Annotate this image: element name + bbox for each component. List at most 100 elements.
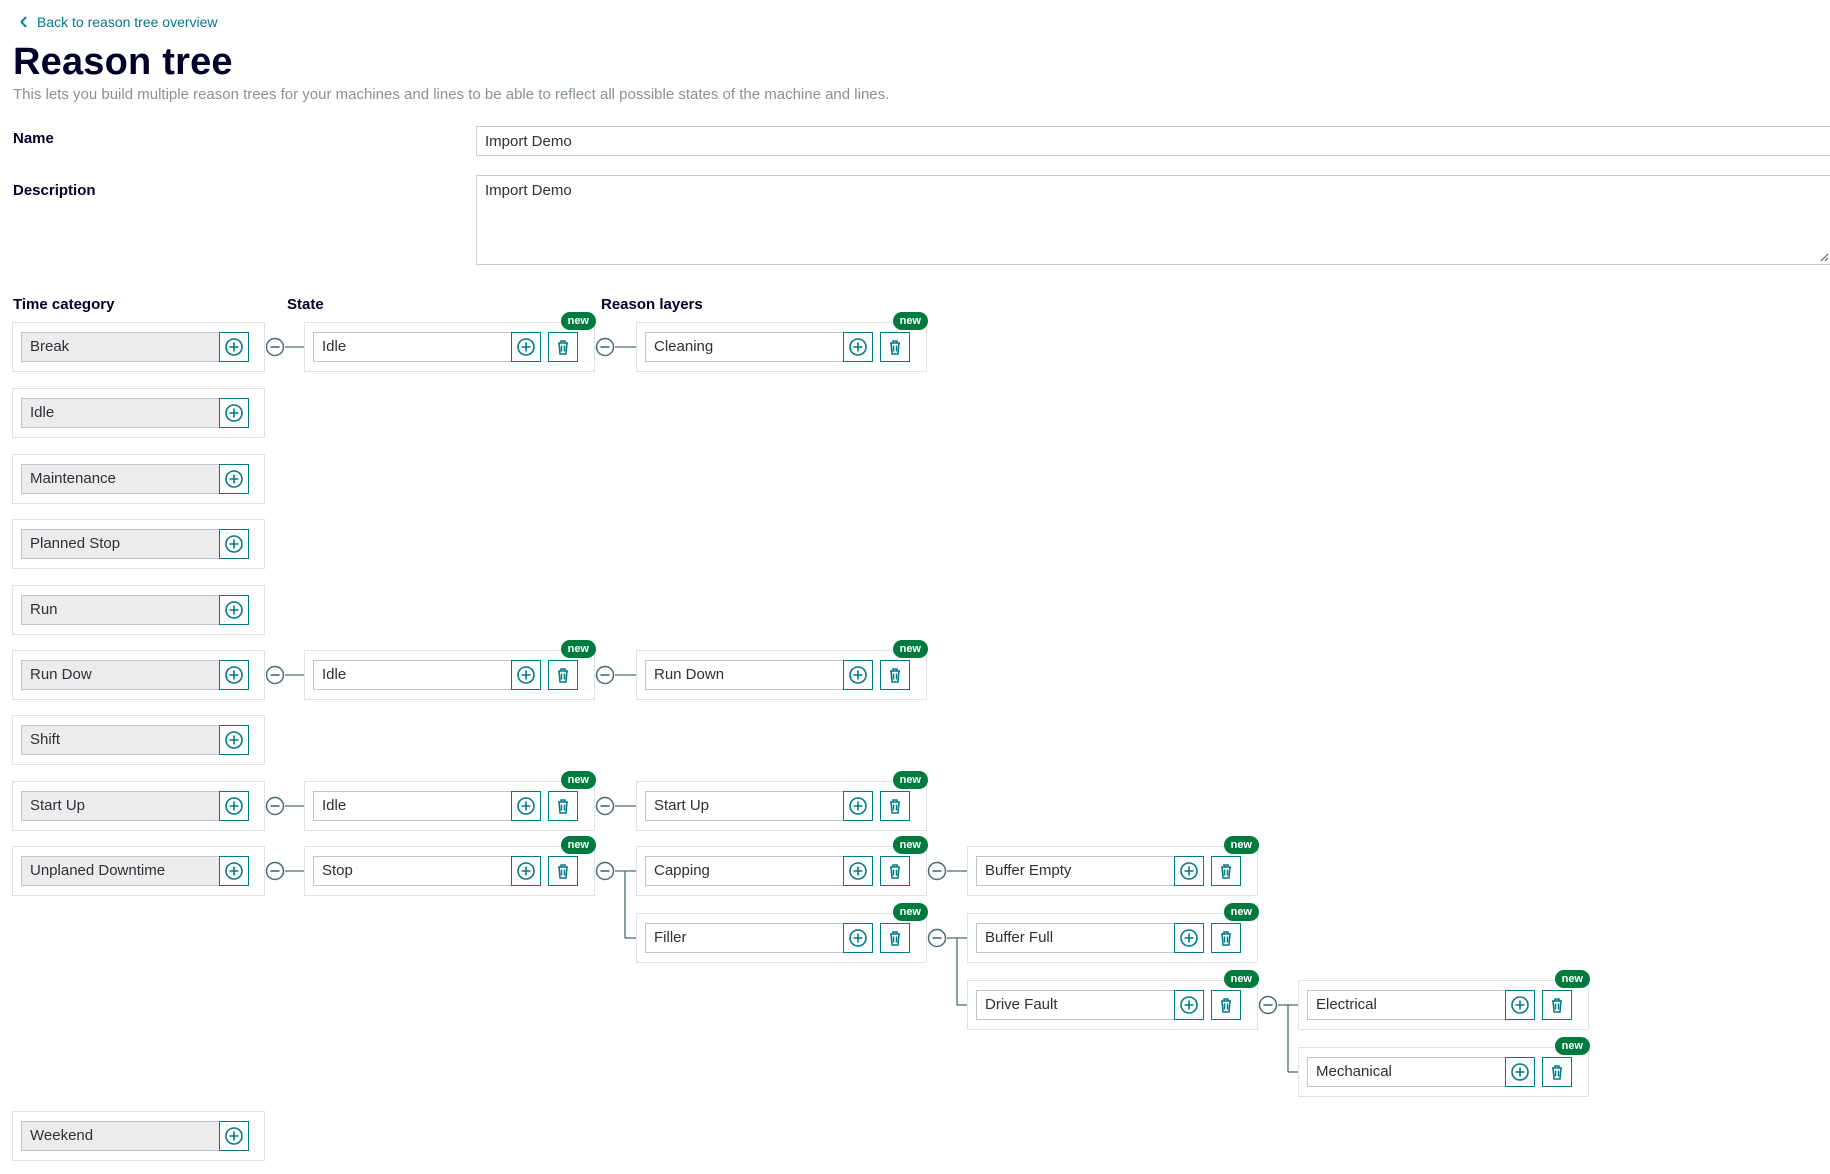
collapse-rundow-idle-button[interactable] [595, 665, 615, 685]
reason-electrical-add-button[interactable] [1505, 990, 1535, 1020]
time-category-run-dow-label: Run Dow [21, 660, 220, 690]
reason-capping-label[interactable]: Capping [645, 856, 844, 886]
time-category-planned-stop-add-button[interactable] [219, 529, 249, 559]
reason-start-up-reason-add-button[interactable] [843, 791, 873, 821]
collapse-startup-idle-button[interactable] [595, 796, 615, 816]
collapse-start-up-button[interactable] [265, 796, 285, 816]
plus-circle-icon [225, 470, 243, 488]
reason-cleaning-add-button[interactable] [843, 332, 873, 362]
state-header: State [287, 296, 324, 313]
reason-electrical-delete-button[interactable] [1542, 990, 1572, 1020]
minus-circle-icon [595, 796, 615, 816]
trash-icon [558, 340, 568, 355]
state-rundow-idle-label[interactable]: Idle [313, 660, 512, 690]
state-break-idle-delete-button[interactable] [548, 332, 578, 362]
plus-circle-icon [517, 338, 535, 356]
reason-filler-delete-button[interactable] [880, 923, 910, 953]
trash-icon [890, 864, 900, 879]
plus-circle-icon [517, 862, 535, 880]
new-badge: new [1223, 970, 1259, 988]
reason-capping-add-button[interactable] [843, 856, 873, 886]
reason-electrical-label[interactable]: Electrical [1307, 990, 1506, 1020]
reason-buffer-empty-delete-button[interactable] [1211, 856, 1241, 886]
new-badge: new [892, 836, 928, 854]
reason-mechanical-delete-button[interactable] [1542, 1057, 1572, 1087]
reason-capping-delete-button[interactable] [880, 856, 910, 886]
reason-buffer-full-delete-button[interactable] [1211, 923, 1241, 953]
time-category-maintenance-node: Maintenance [12, 454, 265, 504]
state-break-idle-node: Idle new [304, 312, 596, 372]
new-badge: new [1223, 836, 1259, 854]
reason-start-up-reason-node: Start Up new [636, 771, 928, 831]
reason-drive-fault-delete-button[interactable] [1211, 990, 1241, 1020]
collapse-drive-fault-button[interactable] [1258, 995, 1278, 1015]
time-category-break-add-button[interactable] [219, 332, 249, 362]
state-break-idle-label[interactable]: Idle [313, 332, 512, 362]
trash-icon [1221, 931, 1231, 946]
collapse-break-idle-button[interactable] [595, 337, 615, 357]
reason-filler-label[interactable]: Filler [645, 923, 844, 953]
collapse-unplaned-stop-button[interactable] [595, 861, 615, 881]
time-category-run-dow-add-button[interactable] [219, 660, 249, 690]
state-startup-idle-label[interactable]: Idle [313, 791, 512, 821]
reason-buffer-full-add-button[interactable] [1174, 923, 1204, 953]
new-badge: new [1554, 1037, 1590, 1055]
plus-circle-icon [849, 338, 867, 356]
reason-mechanical-label[interactable]: Mechanical [1307, 1057, 1506, 1087]
state-rundow-idle-add-button[interactable] [511, 660, 541, 690]
reason-mechanical-add-button[interactable] [1505, 1057, 1535, 1087]
reason-run-down-add-button[interactable] [843, 660, 873, 690]
collapse-filler-button[interactable] [927, 928, 947, 948]
time-category-start-up-label: Start Up [21, 791, 220, 821]
reason-drive-fault-node: Drive Fault new [967, 970, 1259, 1030]
time-category-break-label: Break [21, 332, 220, 362]
reason-buffer-full-label[interactable]: Buffer Full [976, 923, 1175, 953]
time-category-shift-node: Shift [12, 715, 265, 765]
reason-start-up-reason-label[interactable]: Start Up [645, 791, 844, 821]
state-unplaned-stop-add-button[interactable] [511, 856, 541, 886]
name-input[interactable] [476, 126, 1830, 156]
description-textarea[interactable]: Import Demo [476, 175, 1830, 265]
time-category-break-node: Break [12, 322, 265, 372]
time-category-run-add-button[interactable] [219, 595, 249, 625]
time-category-header: Time category [13, 296, 115, 313]
time-category-shift-add-button[interactable] [219, 725, 249, 755]
page-description: This lets you build multiple reason tree… [13, 86, 890, 103]
collapse-capping-button[interactable] [927, 861, 947, 881]
reason-buffer-empty-label[interactable]: Buffer Empty [976, 856, 1175, 886]
state-break-idle-add-button[interactable] [511, 332, 541, 362]
state-unplaned-stop-delete-button[interactable] [548, 856, 578, 886]
plus-circle-icon [517, 666, 535, 684]
collapse-break-button[interactable] [265, 337, 285, 357]
reason-start-up-reason-delete-button[interactable] [880, 791, 910, 821]
reason-run-down-delete-button[interactable] [880, 660, 910, 690]
reason-buffer-empty-add-button[interactable] [1174, 856, 1204, 886]
reason-drive-fault-label[interactable]: Drive Fault [976, 990, 1175, 1020]
minus-circle-icon [265, 337, 285, 357]
minus-circle-icon [927, 928, 947, 948]
new-badge: new [560, 771, 596, 789]
state-rundow-idle-delete-button[interactable] [548, 660, 578, 690]
reason-cleaning-delete-button[interactable] [880, 332, 910, 362]
state-startup-idle-add-button[interactable] [511, 791, 541, 821]
collapse-run-dow-button[interactable] [265, 665, 285, 685]
time-category-idle-add-button[interactable] [219, 398, 249, 428]
trash-icon [890, 931, 900, 946]
plus-circle-icon [849, 797, 867, 815]
plus-circle-icon [225, 404, 243, 422]
time-category-start-up-add-button[interactable] [219, 791, 249, 821]
time-category-maintenance-add-button[interactable] [219, 464, 249, 494]
resize-grip-icon[interactable] [1819, 252, 1829, 262]
reason-run-down-label[interactable]: Run Down [645, 660, 844, 690]
reason-buffer-full-node: Buffer Full new [967, 903, 1259, 963]
time-category-start-up-node: Start Up [12, 781, 265, 831]
state-unplaned-stop-label[interactable]: Stop [313, 856, 512, 886]
reason-filler-add-button[interactable] [843, 923, 873, 953]
back-to-overview-link[interactable]: Back to reason tree overview [20, 13, 218, 30]
collapse-unplaned-downtime-button[interactable] [265, 861, 285, 881]
time-category-weekend-add-button[interactable] [219, 1121, 249, 1151]
state-startup-idle-delete-button[interactable] [548, 791, 578, 821]
reason-drive-fault-add-button[interactable] [1174, 990, 1204, 1020]
reason-cleaning-label[interactable]: Cleaning [645, 332, 844, 362]
time-category-unplaned-downtime-add-button[interactable] [219, 856, 249, 886]
